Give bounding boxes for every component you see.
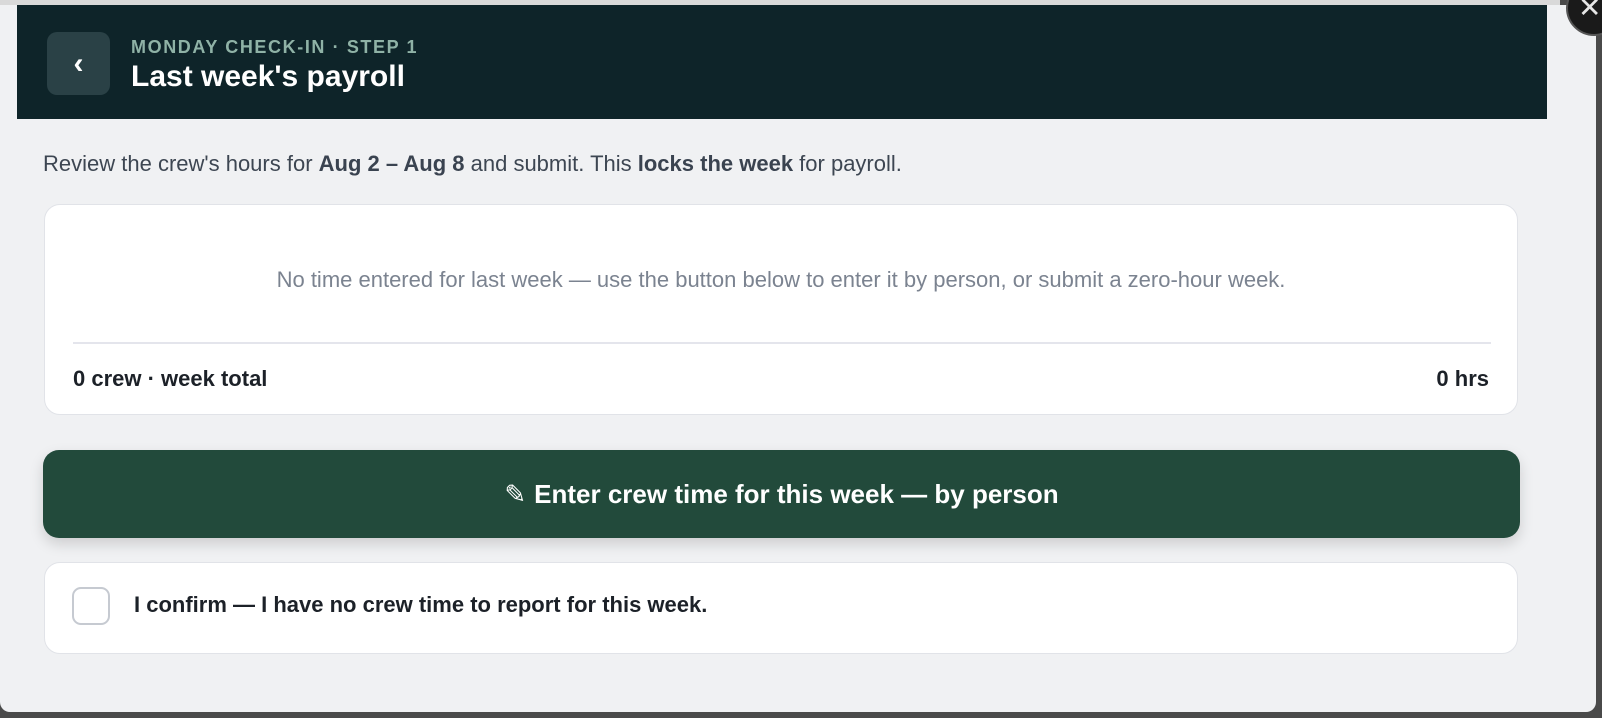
confirm-label: I confirm — I have no crew time to repor… [134, 592, 708, 617]
week-total-label: 0 crew · week total [73, 366, 268, 391]
step-eyebrow: MONDAY CHECK-IN · STEP 1 [131, 37, 419, 57]
intro-part-1: Review the crew's hours for [43, 151, 319, 176]
modal-header: ‹ MONDAY CHECK-IN · STEP 1 Last week's p… [17, 5, 1547, 119]
back-button[interactable]: ‹ [47, 32, 110, 95]
hours-summary-card: No time entered for last week — use the … [44, 204, 1518, 415]
intro-date-range: Aug 2 – Aug 8 [318, 151, 465, 176]
empty-state-message: No time entered for last week — use the … [276, 267, 1286, 292]
intro-text: Review the crew's hours for Aug 2 – Aug … [43, 151, 902, 177]
pencil-icon: ✎ [504, 478, 527, 509]
zero-hour-confirm[interactable]: I confirm — I have no crew time to repor… [44, 562, 1518, 654]
week-total-hours: 0 hrs [1436, 366, 1489, 391]
enter-crew-time-label: Enter crew time for this week — by perso… [534, 478, 1059, 509]
confirm-checkbox[interactable] [72, 587, 110, 625]
close-icon: ✕ [1578, 0, 1602, 23]
enter-crew-time-button[interactable]: ✎ Enter crew time for this week — by per… [43, 450, 1520, 538]
chevron-left-icon: ‹ [73, 46, 84, 80]
payroll-modal: ‹ MONDAY CHECK-IN · STEP 1 Last week's p… [0, 5, 1596, 712]
divider [73, 342, 1491, 344]
intro-emphasis: locks the week [637, 151, 794, 176]
intro-part-3: for payroll. [793, 151, 902, 176]
page-title: Last week's payroll [131, 60, 405, 93]
intro-part-2: and submit. This [464, 151, 638, 176]
